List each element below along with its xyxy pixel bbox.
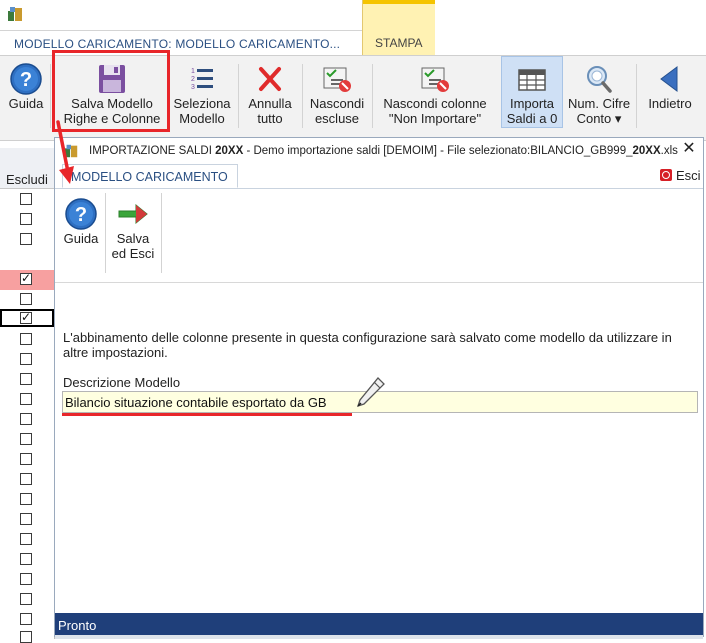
guida-label: Guida [8, 96, 44, 111]
tab-stampa[interactable]: STAMPA [362, 0, 435, 55]
ribbon-separator [50, 64, 51, 128]
red-x-icon [259, 67, 281, 91]
escludi-checkbox[interactable] [20, 413, 32, 425]
dialog-tab-label: MODELLO CARICAMENTO [71, 170, 228, 184]
annotation-underline [62, 413, 352, 416]
back-arrow-icon [660, 66, 678, 92]
hide-checklist-icon [323, 67, 351, 92]
salva-ed-esci-label-2: ed Esci [111, 246, 155, 261]
bottom-strip [55, 635, 703, 639]
importa-saldi-label-2: Saldi a 0 [506, 111, 558, 126]
nascondi-colonne-label-2: "Non Importare" [388, 111, 482, 126]
escludi-rows [0, 190, 54, 643]
ribbon-separator [238, 64, 239, 128]
num-cifre-conto-dropdown[interactable]: Num. Cifre Conto ▾ [564, 56, 634, 136]
escludi-checkbox[interactable] [20, 613, 32, 625]
escludi-checkbox[interactable] [20, 593, 32, 605]
importa-saldi-label-1: Importa [509, 96, 555, 111]
ribbon-separator [302, 64, 303, 128]
importa-saldi-button[interactable]: Importa Saldi a 0 [501, 56, 563, 136]
info-text: L'abbinamento delle colonne presente in … [63, 330, 672, 360]
dialog-title: IMPORTAZIONE SALDI 20XX - Demo importazi… [89, 145, 678, 157]
dialog-guida-button[interactable]: ? Guida [59, 189, 103, 269]
escludi-checkbox[interactable] [20, 513, 32, 525]
escludi-checkbox[interactable] [20, 353, 32, 365]
ribbon-separator [105, 193, 106, 273]
svg-text:?: ? [75, 204, 87, 226]
tab-stampa-label: STAMPA [375, 36, 423, 50]
escludi-checkbox[interactable] [20, 631, 32, 643]
escludi-checkbox[interactable] [20, 373, 32, 385]
nascondi-escluse-label-2: escluse [314, 111, 360, 126]
power-symbol [662, 171, 670, 179]
escludi-checkbox[interactable] [20, 533, 32, 545]
escludi-checkbox[interactable] [20, 553, 32, 565]
num-cifre-label-2: Conto ▾ [576, 111, 622, 126]
nascondi-escluse-button[interactable]: Nascondi escluse [304, 56, 370, 136]
table-grid-icon [518, 69, 546, 91]
escludi-checkbox[interactable] [20, 453, 32, 465]
seleziona-modello-label-2: Modello [179, 111, 225, 126]
svg-text:?: ? [20, 69, 32, 91]
app-logo-icon [8, 7, 22, 21]
indietro-button[interactable]: Indietro [640, 56, 700, 136]
help-icon: ? [65, 198, 97, 230]
escludi-checkbox-checked[interactable] [20, 310, 32, 324]
esci-button[interactable]: Esci [676, 168, 701, 183]
numbered-list-icon: 1 2 3 [191, 68, 213, 91]
dialog-titlebar: IMPORTAZIONE SALDI 20XX - Demo importazi… [55, 138, 703, 164]
pen-cursor-icon [356, 377, 385, 408]
ribbon-separator [161, 193, 162, 273]
escludi-checkbox[interactable] [20, 473, 32, 485]
svg-text:1: 1 [191, 68, 195, 75]
tab-modello-caricamento-dialog[interactable]: MODELLO CARICAMENTO [62, 164, 238, 188]
escludi-checkbox[interactable] [20, 293, 32, 305]
salva-ed-esci-button[interactable]: Salva ed Esci [107, 189, 159, 269]
ribbon-separator [636, 64, 637, 128]
svg-text:3: 3 [191, 84, 195, 91]
seleziona-modello-button[interactable]: 1 2 3 Seleziona Modello [170, 56, 234, 136]
tab-modello-caricamento-label: MODELLO CARICAMENTO: MODELLO CARICAMENTO… [14, 37, 341, 51]
svg-text:2: 2 [191, 76, 195, 83]
descrizione-modello-label: Descrizione Modello [63, 375, 181, 390]
indietro-label: Indietro [648, 96, 692, 111]
ribbon-separator [372, 64, 373, 128]
dialog-guida-label: Guida [63, 231, 99, 246]
seleziona-modello-label-1: Seleziona [173, 96, 231, 111]
nascondi-escluse-label-1: Nascondi [309, 96, 365, 111]
escludi-checkbox[interactable] [20, 233, 32, 245]
annulla-label-1: Annulla [248, 96, 292, 111]
save-exit-arrow-icon [118, 203, 148, 225]
dialog-close-icon[interactable]: ✕ [681, 140, 697, 156]
magnifier-icon [587, 66, 612, 93]
escludi-checkbox[interactable] [20, 393, 32, 405]
escludi-checkbox[interactable] [20, 433, 32, 445]
dialog-ribbon: ? Guida Salva ed Esci [55, 189, 703, 283]
annulla-label-2: tutto [257, 111, 283, 126]
annulla-tutto-button[interactable]: Annulla tutto [242, 56, 298, 136]
escludi-checkbox-checked[interactable] [20, 271, 32, 285]
escludi-checkbox[interactable] [20, 213, 32, 225]
hide-columns-icon [421, 67, 449, 92]
help-icon: ? [10, 63, 42, 95]
escludi-checkbox[interactable] [20, 493, 32, 505]
escludi-checkbox[interactable] [20, 193, 32, 205]
status-text: Pronto [58, 618, 97, 633]
nascondi-colonne-label-1: Nascondi colonne [383, 96, 487, 111]
salva-ed-esci-label-1: Salva [116, 231, 150, 246]
annotation-arrow-icon [56, 120, 74, 184]
status-bar: Pronto [55, 613, 703, 637]
nascondi-colonne-button[interactable]: Nascondi colonne "Non Importare" [374, 56, 496, 136]
escludi-checkbox[interactable] [20, 573, 32, 585]
num-cifre-label-1: Num. Cifre [567, 96, 631, 111]
escludi-checkbox[interactable] [20, 333, 32, 345]
